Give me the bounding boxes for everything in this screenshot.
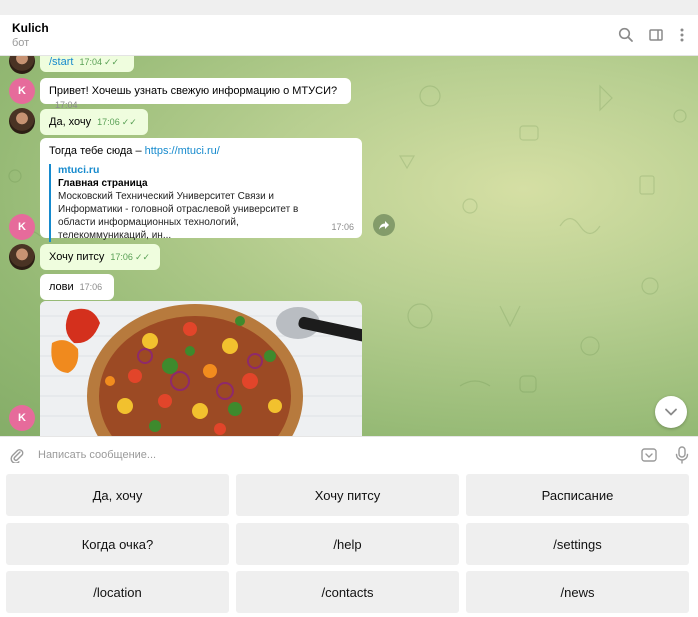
more-vertical-icon[interactable] xyxy=(672,25,692,45)
message-text: Тогда тебе сюда – xyxy=(49,145,145,157)
chat-header: Kulich бот xyxy=(0,15,698,56)
bot-avatar[interactable]: K xyxy=(9,78,35,104)
message-bubble-outgoing[interactable]: /start 17:04 ✓✓ xyxy=(40,56,134,72)
keyboard-button-settings[interactable]: /settings xyxy=(466,523,689,565)
bot-reply-keyboard: Да, хочу Хочу питсу Расписание Когда очк… xyxy=(0,472,698,617)
message-text: Хочу питсу xyxy=(49,251,105,263)
message-time: 17:06 xyxy=(79,282,103,292)
search-icon[interactable] xyxy=(616,25,636,45)
message-text: лови xyxy=(49,281,74,293)
message-time: 17:06 xyxy=(97,117,120,127)
bot-avatar[interactable]: K xyxy=(9,214,35,240)
message-time: 17:04 xyxy=(79,57,102,67)
window-top-strip xyxy=(0,0,698,15)
microphone-icon[interactable] xyxy=(672,445,692,465)
message-bubble-outgoing[interactable]: Да, хочу 17:06 ✓✓ xyxy=(40,109,148,135)
keyboard-button-schedule[interactable]: Расписание xyxy=(466,474,689,516)
message-text: Да, хочу xyxy=(49,116,92,128)
preview-description: Московский Технический Университет Связи… xyxy=(58,191,299,241)
keyboard-button-hochu-pitsu[interactable]: Хочу питсу xyxy=(236,474,459,516)
message-text[interactable]: /start xyxy=(49,56,73,68)
link-preview[interactable]: mtuci.ru Главная страница Московский Тех… xyxy=(49,164,353,242)
pizza-image xyxy=(40,301,362,436)
chevron-down-icon xyxy=(665,408,677,416)
keyboard-button-news[interactable]: /news xyxy=(466,571,689,613)
user-avatar[interactable] xyxy=(9,108,35,134)
bot-keyboard-icon[interactable] xyxy=(639,445,659,465)
keyboard-button-da-hochu[interactable]: Да, хочу xyxy=(6,474,229,516)
chat-status: бот xyxy=(12,37,30,49)
scroll-down-button[interactable] xyxy=(655,396,687,428)
pizza-photo[interactable] xyxy=(40,301,362,436)
bot-avatar[interactable]: K xyxy=(9,405,35,431)
preview-title: Главная страница xyxy=(58,178,148,189)
message-time: 17:06 xyxy=(110,252,133,262)
keyboard-button-contacts[interactable]: /contacts xyxy=(236,571,459,613)
keyboard-button-kogda-ochka[interactable]: Когда очка? xyxy=(6,523,229,565)
message-text: Привет! Хочешь узнать свежую информацию … xyxy=(49,85,338,97)
message-bubble-incoming[interactable]: Тогда тебе сюда – https://mtuci.ru/ mtuc… xyxy=(40,138,362,242)
keyboard-button-help[interactable]: /help xyxy=(236,523,459,565)
message-bubble-incoming[interactable]: Привет! Хочешь узнать свежую информацию … xyxy=(40,78,351,110)
user-avatar[interactable] xyxy=(9,244,35,270)
message-input[interactable] xyxy=(38,446,628,464)
sidebar-toggle-icon[interactable] xyxy=(646,25,666,45)
message-time: 17:06 xyxy=(331,222,354,232)
message-bubble-incoming[interactable]: лови 17:06 xyxy=(40,274,114,300)
share-arrow-icon xyxy=(379,221,389,230)
attach-icon[interactable] xyxy=(7,445,27,465)
message-bubble-outgoing[interactable]: Хочу питсу 17:06 ✓✓ xyxy=(40,244,160,270)
preview-site[interactable]: mtuci.ru xyxy=(58,164,353,177)
message-link[interactable]: https://mtuci.ru/ xyxy=(145,145,220,157)
share-button[interactable] xyxy=(373,214,395,236)
read-ticks-icon: ✓✓ xyxy=(134,252,151,262)
keyboard-button-location[interactable]: /location xyxy=(6,571,229,613)
read-ticks-icon: ✓✓ xyxy=(121,117,137,127)
read-ticks-icon: ✓✓ xyxy=(103,57,120,67)
message-composer xyxy=(0,436,698,472)
message-area[interactable]: /start 17:04 ✓✓ K Привет! Хочешь узнать св… xyxy=(0,56,698,436)
chat-title[interactable]: Kulich xyxy=(12,21,49,35)
